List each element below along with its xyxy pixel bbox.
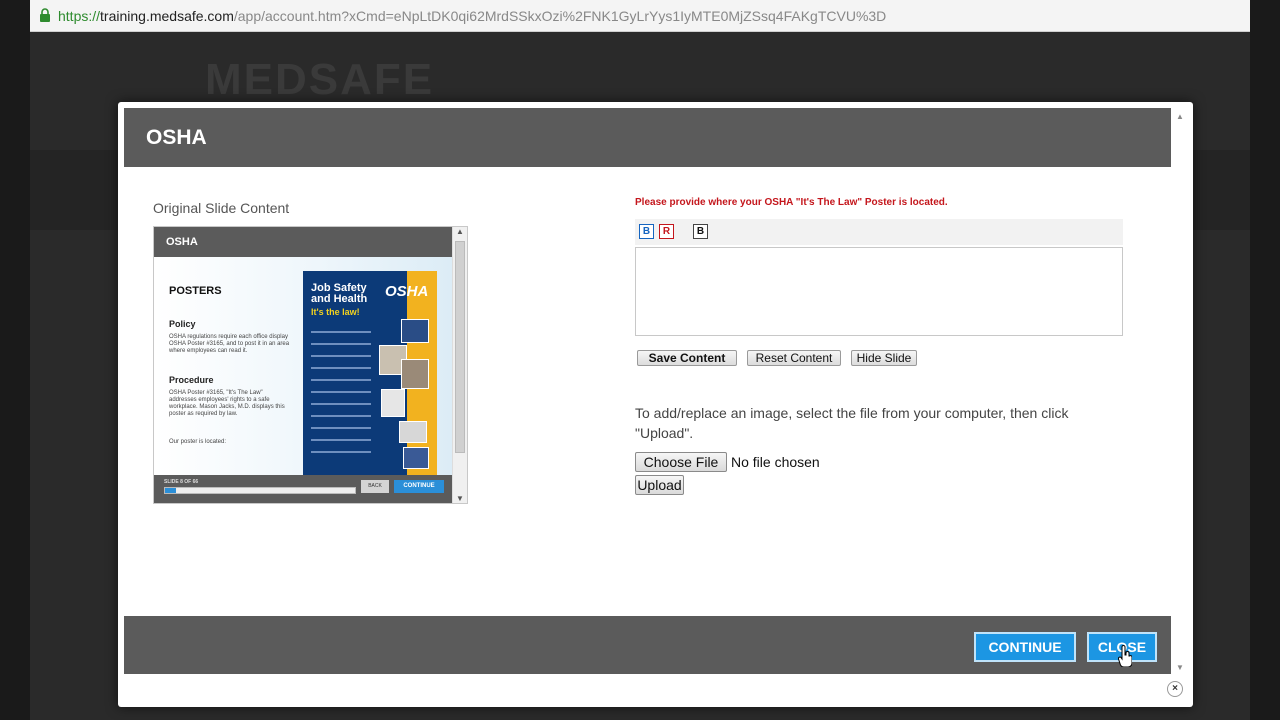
slide-body: POSTERS Policy OSHA regulations require … <box>154 257 452 475</box>
slide-procedure-title: Procedure <box>169 375 214 385</box>
osha-poster-image: Job Safety and Health It's the law! OSHA <box>303 271 437 475</box>
location-prompt: Please provide where your OSHA "It's The… <box>635 197 948 208</box>
no-file-label: No file chosen <box>731 454 820 470</box>
slide-continue-button: CONTINUE <box>394 480 444 493</box>
poster-text-line <box>311 415 371 417</box>
close-x-icon[interactable]: × <box>1167 681 1183 697</box>
poster-text-line <box>311 391 371 393</box>
poster-photo <box>381 389 405 417</box>
scroll-down-icon[interactable]: ▼ <box>456 494 464 503</box>
poster-text-line <box>311 343 371 345</box>
editor-toolbar: B R B <box>635 219 1123 245</box>
slide-counter: SLIDE 8 OF 66 <box>164 479 199 485</box>
poster-text-line <box>311 439 371 441</box>
slide-progress-fill <box>165 488 177 493</box>
slide-preview: OSHA POSTERS Policy OSHA regulations req… <box>153 226 468 504</box>
medsafe-logo: MEDSAFE <box>205 55 435 104</box>
poster-photo <box>403 447 429 469</box>
slide-scrollbar[interactable]: ▲ ▼ <box>452 227 467 503</box>
modal-title: OSHA <box>146 126 207 149</box>
poster-photo <box>401 359 429 389</box>
blue-bold-button[interactable]: B <box>639 224 654 239</box>
reset-content-button[interactable]: Reset Content <box>747 350 841 366</box>
location-textarea[interactable] <box>635 247 1123 336</box>
poster-subtitle: It's the law! <box>311 307 360 317</box>
poster-text-line <box>311 379 371 381</box>
scroll-up-icon[interactable]: ▲ <box>1176 112 1184 121</box>
poster-osha-logo: OSHA <box>385 283 429 300</box>
lock-icon <box>40 8 50 22</box>
poster-photo <box>399 421 427 443</box>
poster-text-line <box>311 403 371 405</box>
address-bar[interactable]: https://training.medsafe.com/app/account… <box>30 0 1250 32</box>
hand-cursor-icon <box>1118 645 1132 667</box>
modal-scrollbar[interactable]: ▲ ▼ <box>1175 112 1185 672</box>
slide-policy-title: Policy <box>169 319 196 329</box>
modal-footer: CONTINUE CLOSE <box>124 616 1171 674</box>
poster-title: Job Safety and Health <box>311 282 368 305</box>
slide-header: OSHA <box>154 227 452 257</box>
red-bold-button[interactable]: R <box>659 224 674 239</box>
slide-back-button: BACK <box>361 480 389 493</box>
bold-button[interactable]: B <box>693 224 708 239</box>
slide-header-title: OSHA <box>166 236 198 248</box>
scroll-down-icon[interactable]: ▼ <box>1176 663 1184 672</box>
url-text: https://training.medsafe.com/app/account… <box>58 7 886 25</box>
continue-button[interactable]: CONTINUE <box>974 632 1076 662</box>
upload-button[interactable]: Upload <box>635 475 684 495</box>
modal-header: OSHA <box>124 108 1171 167</box>
choose-file-button[interactable]: Choose File <box>635 452 727 472</box>
poster-text-line <box>311 451 371 453</box>
slide-policy-text: OSHA regulations require each office dis… <box>169 334 290 354</box>
upload-instructions: To add/replace an image, select the file… <box>635 405 1069 441</box>
poster-text-line <box>311 355 371 357</box>
url-scheme: https:// <box>58 8 101 24</box>
slide-procedure-text: OSHA Poster #3165, "It's The Law" addres… <box>169 390 285 417</box>
scroll-up-icon[interactable]: ▲ <box>456 227 464 236</box>
poster-text-line <box>311 427 371 429</box>
save-content-button[interactable]: Save Content <box>637 350 737 366</box>
slide-heading: POSTERS <box>169 285 222 297</box>
poster-text-line <box>311 331 371 333</box>
slide-footer: SLIDE 8 OF 66 BACK CONTINUE <box>154 475 452 503</box>
url-host: training.medsafe.com <box>100 8 234 24</box>
poster-photo <box>401 319 429 343</box>
poster-text-line <box>311 367 371 369</box>
scrollbar-thumb[interactable] <box>455 241 465 453</box>
slide-progress-bar <box>164 487 356 494</box>
modal-dialog: OSHA ▲ ▼ Original Slide Content OSHA POS… <box>118 102 1193 707</box>
url-path: /app/account.htm?xCmd=eNpLtDK0qi62MrdSSk… <box>233 8 887 24</box>
original-slide-label: Original Slide Content <box>153 200 290 216</box>
slide-located-text: Our poster is located: <box>169 439 227 445</box>
hide-slide-button[interactable]: Hide Slide <box>851 350 917 366</box>
